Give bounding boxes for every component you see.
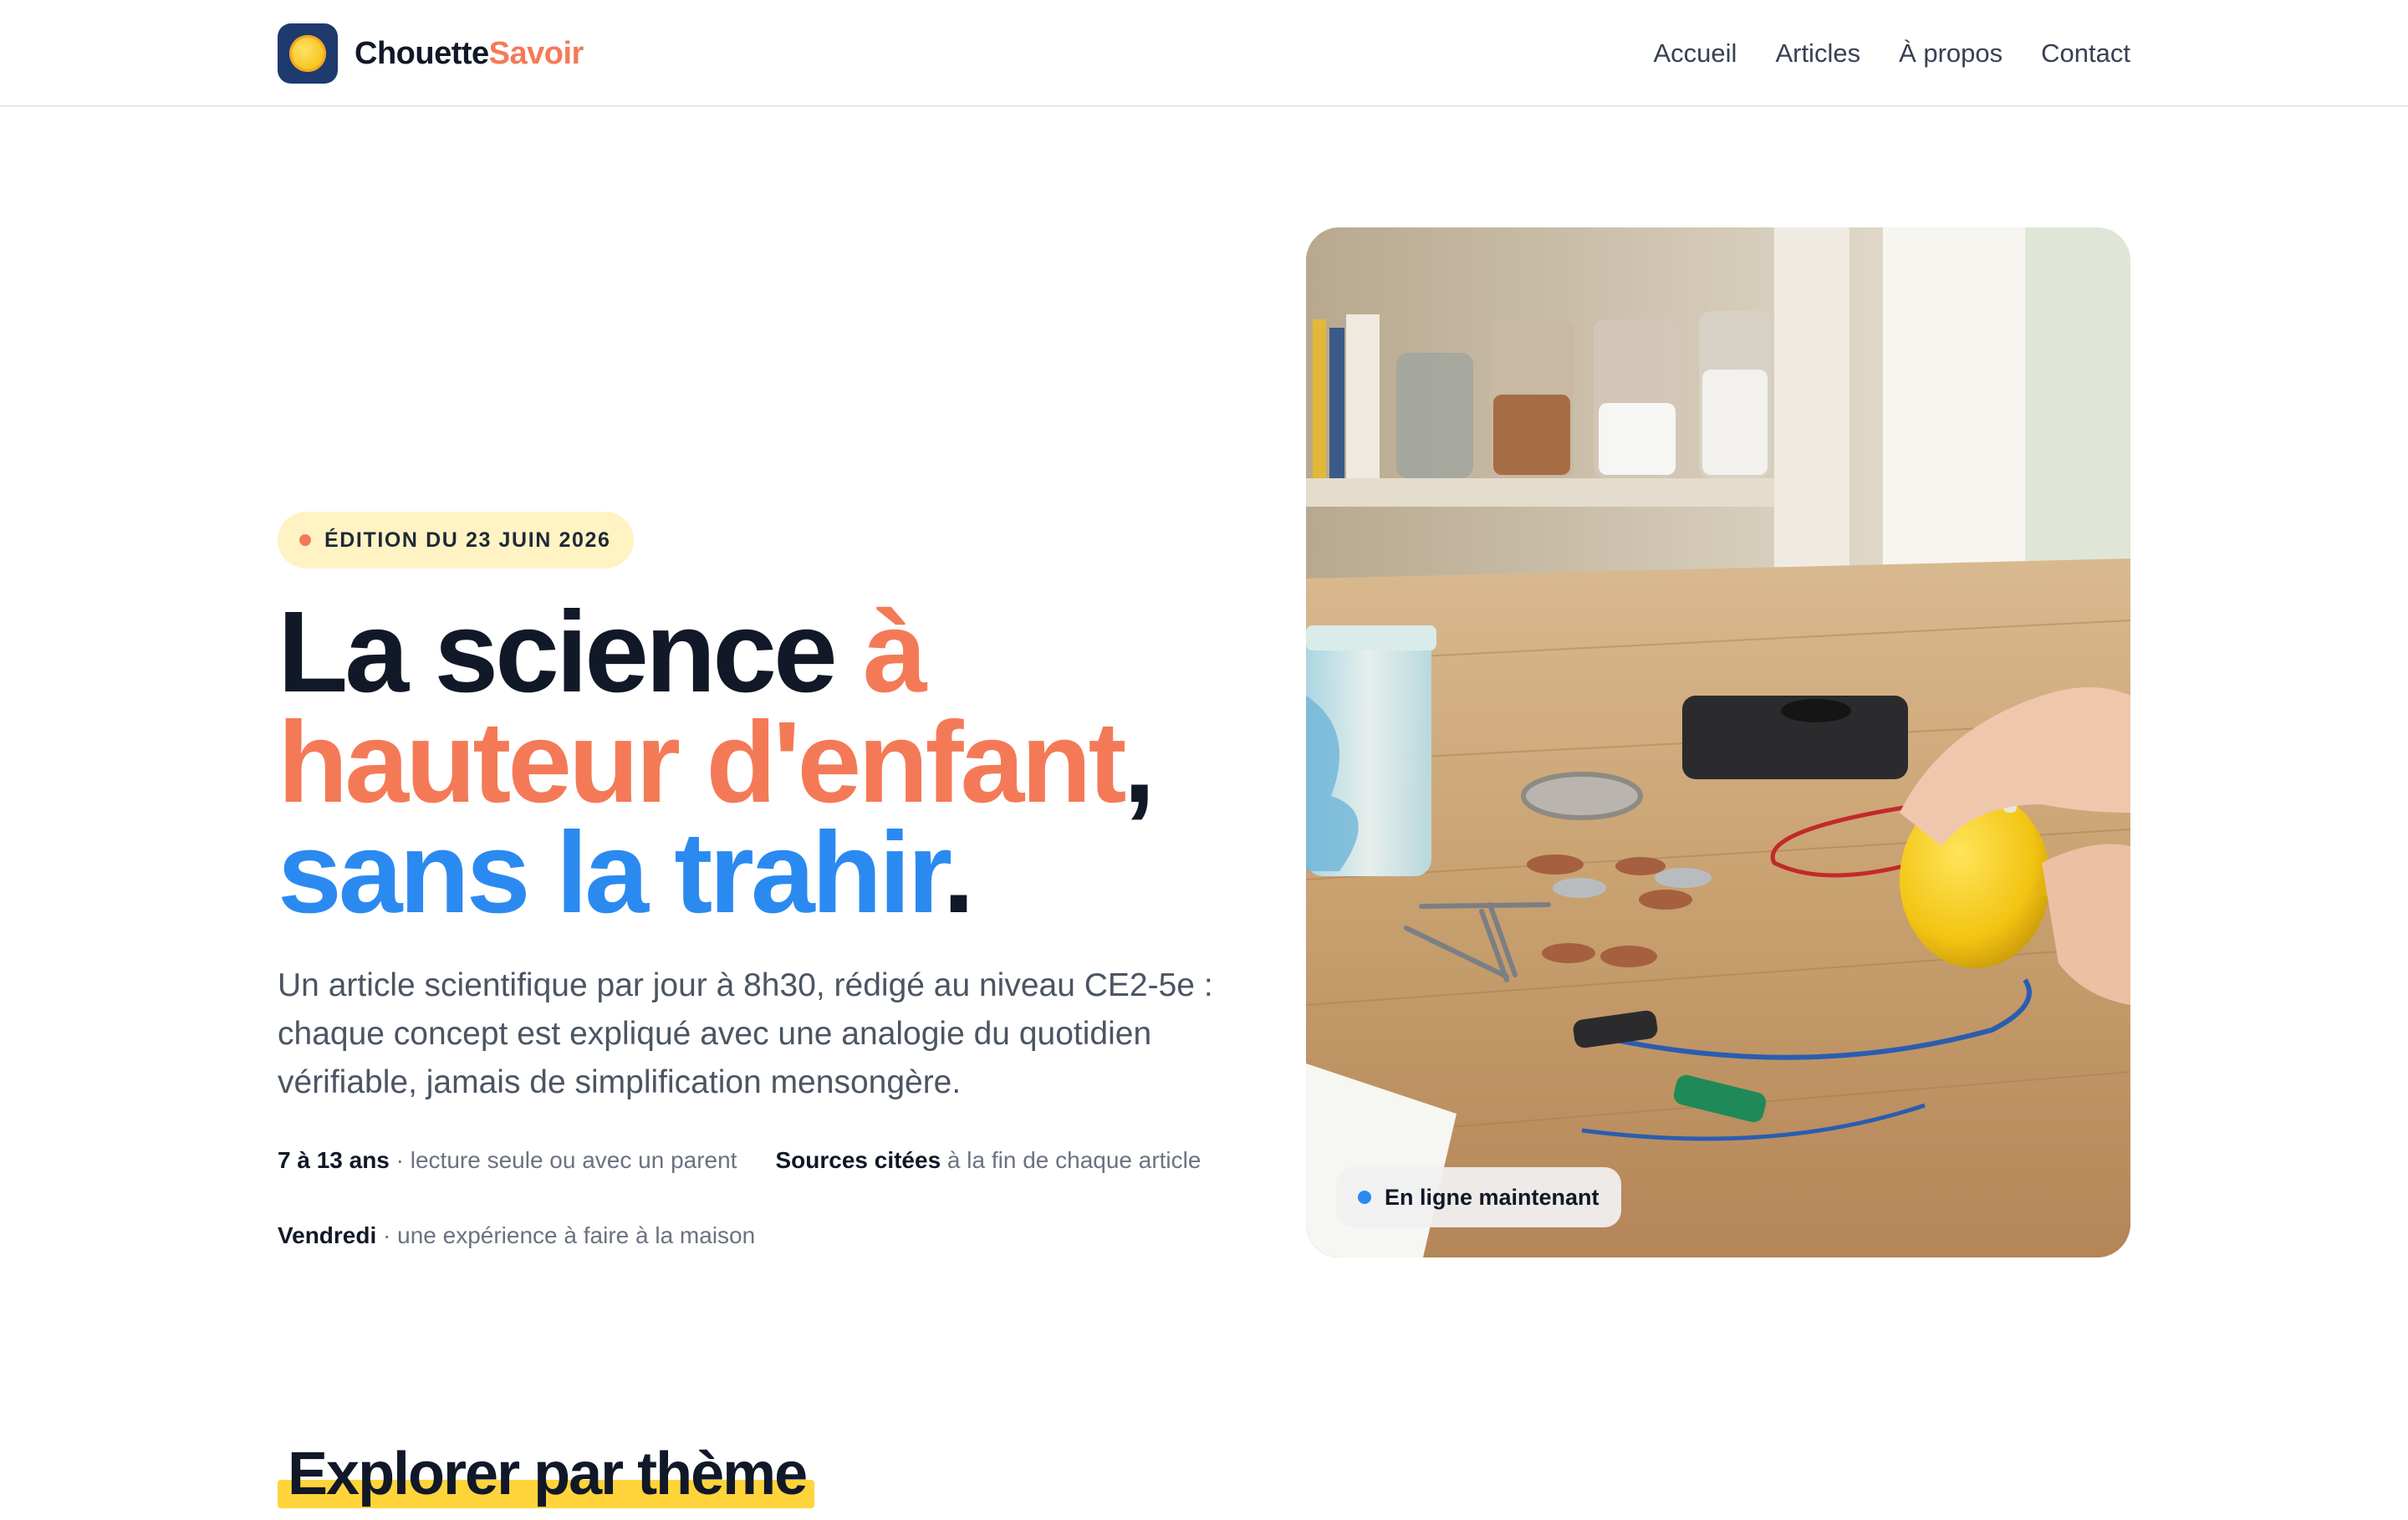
live-status-text: En ligne maintenant: [1385, 1184, 1599, 1210]
meta-item-detail: à la fin de chaque article: [941, 1147, 1201, 1173]
nav-link-accueil[interactable]: Accueil: [1654, 38, 1737, 69]
nav-link-a-propos[interactable]: À propos: [1899, 38, 2002, 69]
badge-dot-icon: [299, 534, 311, 546]
brand-name-part1: Chouette: [355, 35, 489, 71]
photo-illustration: [1306, 227, 2130, 1257]
headline-part4: sans la trahir: [278, 808, 946, 937]
meta-item-detail: · une expérience à faire à la maison: [376, 1222, 756, 1248]
meta-item: 7 à 13 ans · lecture seule ou avec un pa…: [278, 1140, 737, 1181]
section-title: Explorer par thème: [288, 1441, 808, 1507]
hero-headline: La science à hauteur d'enfant, sans la tr…: [278, 594, 1239, 931]
headline-part1: La science: [278, 588, 864, 717]
brand-name: ChouetteSavoir: [355, 36, 584, 72]
meta-item: Vendredi · une expérience à faire à la m…: [278, 1216, 755, 1256]
edition-badge: ÉDITION DU 23 JUIN 2026: [278, 512, 635, 569]
meta-item-detail: · lecture seule ou avec un parent: [389, 1147, 737, 1173]
nav-link-contact[interactable]: Contact: [2041, 38, 2130, 69]
meta-item: Sources citées à la fin de chaque articl…: [775, 1140, 1201, 1181]
headline-part5: .: [942, 808, 974, 937]
explore-section-header: Explorer par thème: [278, 1436, 814, 1520]
hero-lede: Un article scientifique par jour à 8h30,…: [278, 967, 1213, 1100]
hero-intro: ÉDITION DU 23 JUIN 2026 La science à hau…: [278, 512, 1239, 1256]
hero-meta-list: 7 à 13 ans · lecture seule ou avec un pa…: [278, 1140, 1239, 1256]
live-status-badge: En ligne maintenant: [1336, 1167, 1621, 1227]
nav-link-articles[interactable]: Articles: [1775, 38, 1860, 69]
logo-sun-shape: [289, 35, 326, 72]
hero-photo-lemon-battery: En ligne maintenant: [1306, 227, 2130, 1257]
site-header: ChouetteSavoir Accueil Articles À propos…: [0, 0, 2408, 107]
live-dot-icon: [1358, 1191, 1371, 1204]
brand-name-part2: Savoir: [488, 35, 584, 71]
meta-item-label: 7 à 13 ans: [278, 1147, 390, 1173]
main-nav: Accueil Articles À propos Contact: [1654, 30, 2131, 77]
headline-part3: ,: [1123, 698, 1156, 827]
meta-item-label: Vendredi: [278, 1222, 377, 1248]
site-logo[interactable]: ChouetteSavoir: [278, 23, 584, 84]
edition-date: ÉDITION DU 23 JUIN 2026: [324, 528, 611, 552]
owl-logo-icon: [278, 23, 338, 84]
meta-item-label: Sources citées: [775, 1147, 941, 1173]
